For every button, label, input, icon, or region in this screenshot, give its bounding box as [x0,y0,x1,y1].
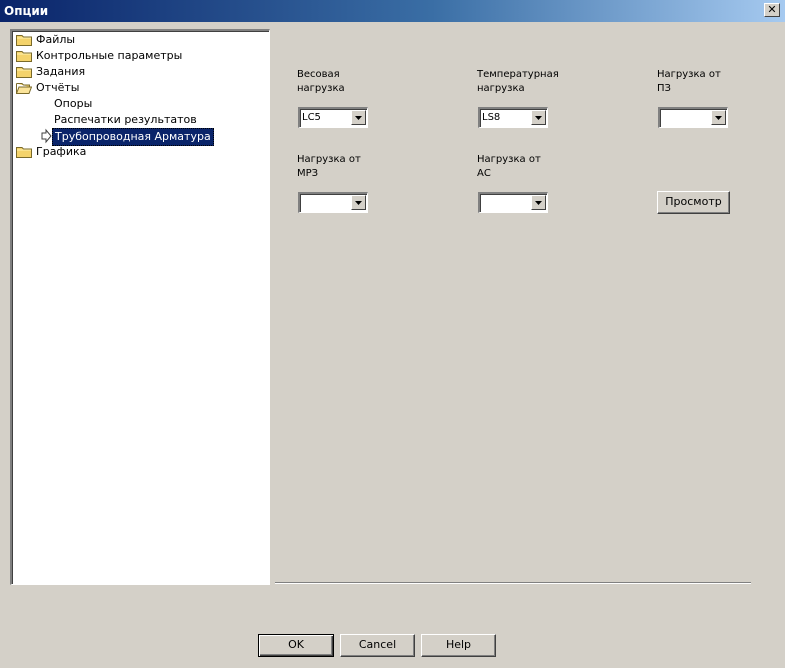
combo-value: LC5 [302,112,321,123]
tree-item-label: Отчёты [36,81,80,94]
chevron-down-icon [715,116,722,120]
temperature-load-combo[interactable]: LS8 [478,107,548,128]
mrz-load-label: Нагрузка от МРЗ [297,153,407,181]
pz-load-label: Нагрузка от ПЗ [657,68,767,96]
folder-icon [16,67,32,78]
dropdown-button[interactable] [531,110,546,125]
tree-item-label: Контрольные параметры [36,49,183,62]
combo-value: LS8 [482,112,501,123]
window-title: Опции [4,4,49,18]
as-load-combo[interactable] [478,192,548,213]
label-line: ПЗ [657,83,671,94]
tree-item-label: Задания [36,65,86,78]
open-folder-icon [16,83,32,94]
arrow-right-icon [41,128,52,144]
title-bar: Опции ✕ [0,0,785,22]
label-line: Весовая [297,69,340,80]
label-line: АС [477,168,491,179]
weight-load-combo[interactable]: LC5 [298,107,368,128]
label-line: нагрузка [297,83,345,94]
chevron-down-icon [535,201,542,205]
chevron-down-icon [355,116,362,120]
chevron-down-icon [535,116,542,120]
label-line: Нагрузка от [657,69,721,80]
close-button[interactable]: ✕ [764,3,780,17]
weight-load-label: Весовая нагрузка [297,68,407,96]
chevron-down-icon [355,201,362,205]
dropdown-button[interactable] [351,195,366,210]
options-tree[interactable]: Файлы Контрольные параметры Задания Отчё… [10,29,270,585]
ok-button[interactable]: OK [258,634,334,657]
label-line: Нагрузка от [297,154,361,165]
label-line: Нагрузка от [477,154,541,165]
label-line: МРЗ [297,168,319,179]
pz-load-combo[interactable] [658,107,728,128]
tree-item-label: Опоры [54,97,93,110]
tree-item-label: Файлы [36,33,76,46]
dropdown-button[interactable] [531,195,546,210]
dropdown-button[interactable] [351,110,366,125]
preview-button[interactable]: Просмотр [657,191,730,214]
label-line: Температурная [477,69,559,80]
tree-item-label: Графика [36,145,87,158]
dropdown-button[interactable] [711,110,726,125]
folder-icon [16,51,32,62]
folder-icon [16,35,32,46]
close-icon: ✕ [767,3,777,16]
folder-icon [16,147,32,158]
panel-divider [275,582,751,584]
temperature-load-label: Температурная нагрузка [477,68,587,96]
cancel-button[interactable]: Cancel [340,634,415,657]
tree-item-label: Распечатки результатов [54,113,197,126]
mrz-load-combo[interactable] [298,192,368,213]
help-button[interactable]: Help [421,634,496,657]
label-line: нагрузка [477,83,525,94]
as-load-label: Нагрузка от АС [477,153,587,181]
